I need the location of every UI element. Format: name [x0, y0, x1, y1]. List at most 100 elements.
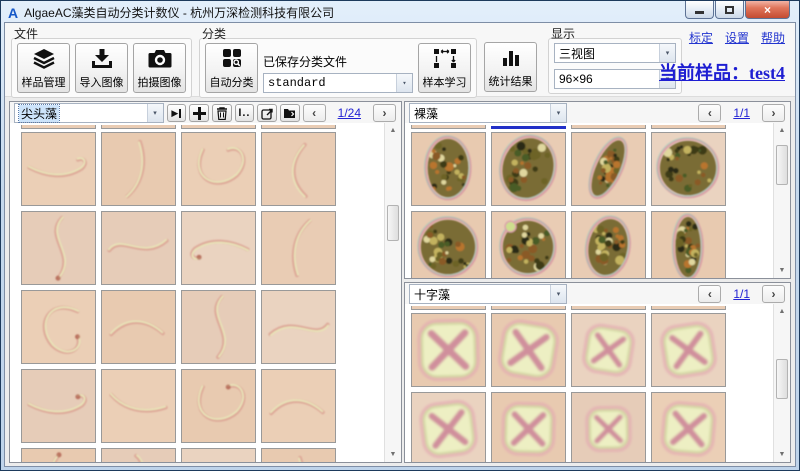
algae-thumbnail[interactable]	[21, 211, 96, 285]
algae-thumbnail[interactable]	[181, 211, 256, 285]
algae-thumbnail[interactable]	[411, 132, 486, 206]
scrollbar-rb[interactable]: ▲ ▼	[773, 304, 790, 462]
scroll-up-icon[interactable]: ▲	[774, 123, 790, 138]
scroll-down-icon[interactable]: ▼	[774, 447, 790, 462]
next-page-button[interactable]: ›	[762, 104, 785, 122]
algae-thumbnail[interactable]	[261, 369, 336, 443]
auto-classify-button[interactable]: 自动分类	[205, 43, 258, 93]
camera-icon	[148, 48, 172, 70]
algae-thumbnail[interactable]	[411, 392, 486, 462]
algae-thumbnail[interactable]	[101, 132, 176, 206]
calibrate-link[interactable]: 标定	[689, 29, 713, 46]
capture-image-button[interactable]: 拍摄图像	[133, 43, 186, 93]
algae-thumbnail[interactable]	[491, 211, 566, 278]
thumb-size-select[interactable]: 96×96 ▾	[554, 69, 676, 89]
skip-icon: ▶	[171, 108, 178, 119]
add-class-button[interactable]	[189, 104, 209, 122]
cell-edge	[411, 306, 486, 310]
next-page-button[interactable]: ›	[373, 104, 396, 122]
close-icon: ×	[764, 3, 771, 17]
prev-page-button[interactable]: ‹	[303, 104, 326, 122]
maximize-button[interactable]	[715, 1, 744, 19]
class-select-rt[interactable]: 裸藻 ▾	[409, 103, 567, 123]
rename-class-button[interactable]: I..	[235, 104, 255, 122]
class-select-rb[interactable]: 十字藻 ▾	[409, 284, 567, 304]
saved-file-select[interactable]: standard ▾	[263, 73, 413, 93]
algae-thumbnail[interactable]	[181, 369, 256, 443]
algae-thumbnail[interactable]	[181, 132, 256, 206]
scroll-thumb[interactable]	[776, 145, 788, 185]
window-controls: ×	[685, 1, 790, 19]
export-image-button[interactable]	[257, 104, 277, 122]
algae-thumbnail[interactable]	[261, 290, 336, 364]
algae-thumbnail[interactable]	[21, 369, 96, 443]
view-mode-select[interactable]: 三视图 ▾	[554, 43, 676, 63]
minimize-button[interactable]	[685, 1, 714, 19]
algae-thumbnail[interactable]	[411, 313, 486, 387]
sample-manage-button[interactable]: 样品管理	[17, 43, 70, 93]
help-links: 标定 设置 帮助	[689, 29, 785, 46]
delete-class-button[interactable]	[212, 104, 232, 122]
cell-edge	[101, 125, 176, 129]
algae-thumbnail[interactable]	[571, 211, 646, 278]
sample-learn-button[interactable]: 样本学习	[418, 43, 471, 93]
algae-thumbnail[interactable]	[21, 448, 96, 462]
algae-thumbnail[interactable]	[101, 211, 176, 285]
algae-thumbnail[interactable]	[101, 290, 176, 364]
algae-thumbnail[interactable]	[101, 369, 176, 443]
algae-thumbnail[interactable]	[651, 211, 726, 278]
class-select-left[interactable]: 尖头藻 ▾	[14, 103, 164, 123]
help-link[interactable]: 帮助	[761, 29, 785, 46]
skip-bar-icon	[179, 109, 181, 118]
move-to-folder-button[interactable]	[280, 104, 300, 122]
app-window: A AlgaeAC藻类自动分类计数仪 - 杭州万深检测科技有限公司 × 文件 样…	[0, 0, 800, 471]
scrollbar-left[interactable]: ▲ ▼	[384, 123, 401, 462]
algae-thumbnail[interactable]	[651, 392, 726, 462]
scroll-thumb[interactable]	[387, 205, 399, 241]
settings-link[interactable]: 设置	[725, 29, 749, 46]
play-to-end-button[interactable]: ▶	[167, 104, 187, 122]
rename-icon: I..	[238, 107, 250, 119]
page-indicator-rt[interactable]: 1/1	[733, 106, 750, 120]
thumbnail-grid-left	[10, 123, 384, 462]
scroll-up-icon[interactable]: ▲	[385, 123, 401, 138]
close-button[interactable]: ×	[745, 1, 790, 19]
prev-page-button[interactable]: ‹	[698, 104, 721, 122]
algae-thumbnail[interactable]	[181, 290, 256, 364]
cell-edge	[21, 125, 96, 129]
algae-thumbnail[interactable]	[491, 132, 566, 206]
algae-thumbnail[interactable]	[651, 313, 726, 387]
import-image-button[interactable]: 导入图像	[75, 43, 128, 93]
scroll-down-icon[interactable]: ▼	[385, 447, 401, 462]
algae-thumbnail[interactable]	[491, 392, 566, 462]
algae-thumbnail[interactable]	[21, 132, 96, 206]
scroll-up-icon[interactable]: ▲	[774, 304, 790, 319]
algae-thumbnail[interactable]	[261, 448, 336, 462]
cell-edge	[261, 125, 336, 129]
algae-thumbnail[interactable]	[261, 132, 336, 206]
page-indicator-rb[interactable]: 1/1	[733, 287, 750, 301]
grid-search-icon	[220, 48, 244, 70]
algae-thumbnail[interactable]	[571, 313, 646, 387]
page-indicator-left[interactable]: 1/24	[338, 106, 361, 120]
algae-thumbnail[interactable]	[21, 290, 96, 364]
algae-thumbnail[interactable]	[101, 448, 176, 462]
algae-thumbnail[interactable]	[181, 448, 256, 462]
algae-thumbnail[interactable]	[491, 313, 566, 387]
panel-rb-header: 十字藻 ▾ ‹ 1/1 ›	[405, 283, 790, 304]
scrollbar-rt[interactable]: ▲ ▼	[773, 123, 790, 278]
algae-thumbnail[interactable]	[261, 211, 336, 285]
scroll-thumb[interactable]	[776, 359, 788, 399]
algae-thumbnail[interactable]	[571, 132, 646, 206]
algae-thumbnail[interactable]	[411, 211, 486, 278]
scroll-down-icon[interactable]: ▼	[774, 263, 790, 278]
next-page-button[interactable]: ›	[762, 285, 785, 303]
current-sample-label[interactable]: 当前样品：test4	[659, 59, 785, 85]
panel-rt-header: 裸藻 ▾ ‹ 1/1 ›	[405, 102, 790, 123]
algae-thumbnail[interactable]	[571, 392, 646, 462]
prev-page-button[interactable]: ‹	[698, 285, 721, 303]
auto-classify-label: 自动分类	[210, 74, 254, 90]
algae-thumbnail[interactable]	[651, 132, 726, 206]
statistics-button[interactable]: 统计结果	[484, 42, 537, 92]
chevron-left-icon: ‹	[708, 106, 712, 120]
